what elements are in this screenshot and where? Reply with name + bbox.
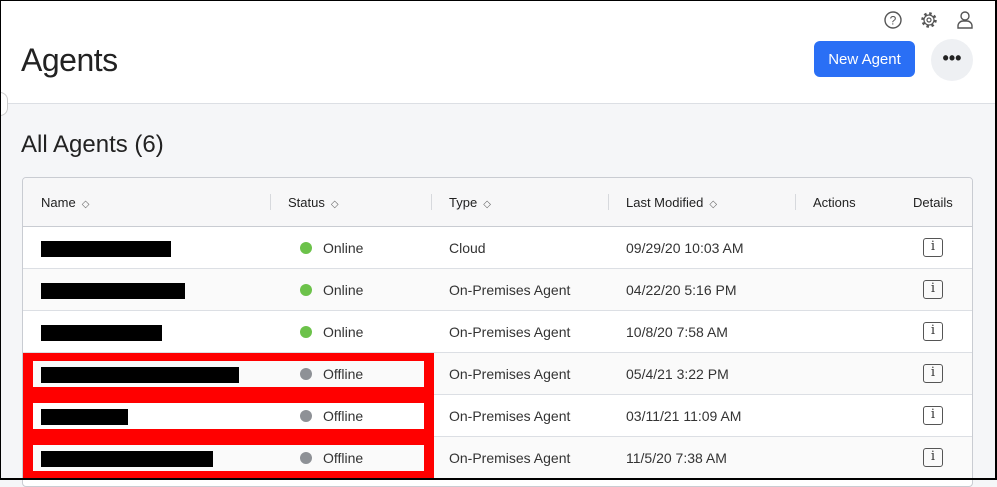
sort-icon: ◇ (330, 199, 339, 210)
status-text: Offline (323, 408, 364, 424)
column-header-name[interactable]: Name ◇ (41, 195, 89, 210)
table-row[interactable]: Offline On-Premises Agent 03/11/21 11:09 A… (23, 395, 972, 437)
type-text: On-Premises Agent (449, 450, 571, 466)
last-modified-text: 05/4/21 3:22 PM (626, 366, 729, 382)
column-header-actions: Actions (813, 195, 856, 210)
details-info-icon[interactable]: i (923, 280, 943, 299)
last-modified-text: 09/29/20 10:03 AM (626, 240, 744, 256)
user-profile-icon[interactable] (955, 10, 975, 30)
status-text: Offline (323, 450, 364, 466)
page-title: Agents (21, 42, 118, 78)
last-modified-text: 03/11/21 11:09 AM (626, 408, 742, 424)
section-title: All Agents (6) (21, 131, 164, 158)
column-divider (270, 194, 271, 210)
details-info-icon[interactable]: i (923, 406, 943, 425)
redacted-agent-name (41, 241, 171, 257)
sort-icon: ◇ (709, 199, 718, 210)
status-dot-icon (300, 368, 312, 380)
details-info-icon[interactable]: i (923, 448, 943, 467)
column-header-type[interactable]: Type ◇ (449, 195, 491, 210)
table-row[interactable]: Online Cloud 09/29/20 10:03 AM i (23, 227, 972, 269)
details-info-icon[interactable]: i (923, 364, 943, 383)
status-dot-icon (300, 452, 312, 464)
column-header-details: Details (913, 195, 953, 210)
table-row[interactable]: Offline On-Premises Agent 11/5/20 7:38 AM i (23, 437, 972, 479)
last-modified-text: 10/8/20 7:58 AM (626, 324, 728, 340)
column-header-last-modified[interactable]: Last Modified ◇ (626, 195, 717, 210)
column-divider (795, 194, 796, 210)
sidebar-collapse-handle[interactable] (0, 92, 8, 116)
status-text: Offline (323, 366, 364, 382)
status-dot-icon (300, 242, 312, 254)
last-modified-text: 04/22/20 5:16 PM (626, 282, 737, 298)
details-info-icon[interactable]: i (923, 238, 943, 257)
column-label: Name (41, 195, 76, 210)
redacted-agent-name (41, 367, 239, 383)
settings-gear-icon[interactable] (919, 10, 939, 30)
agents-table: Name ◇ Status ◇ Type ◇ Last Modified ◇ Actio… (22, 177, 973, 487)
status-text: Online (323, 324, 364, 340)
table-row[interactable]: Online On-Premises Agent 04/22/20 5:16 PM i (23, 269, 972, 311)
redacted-agent-name (41, 451, 213, 467)
table-header: Name ◇ Status ◇ Type ◇ Last Modified ◇ Actio… (23, 178, 972, 227)
last-modified-text: 11/5/20 7:38 AM (626, 450, 727, 466)
sort-icon: ◇ (81, 199, 90, 210)
type-text: Cloud (449, 240, 486, 256)
new-agent-button[interactable]: New Agent (814, 41, 915, 77)
table-row[interactable]: Offline On-Premises Agent 05/4/21 3:22 PM i (23, 353, 972, 395)
type-text: On-Premises Agent (449, 408, 571, 424)
status-text: Online (323, 282, 364, 298)
column-header-status[interactable]: Status ◇ (288, 195, 339, 210)
page-header: ? Agents New Agent ••• (0, 0, 997, 104)
column-divider (608, 194, 609, 210)
sort-icon: ◇ (483, 199, 491, 210)
status-text: Online (323, 240, 364, 256)
type-text: On-Premises Agent (449, 324, 571, 340)
table-row[interactable]: Online On-Premises Agent 10/8/20 7:58 AM i (23, 311, 972, 353)
redacted-agent-name (41, 283, 185, 299)
table-body: Online Cloud 09/29/20 10:03 AM i Online On-Pr… (23, 227, 972, 479)
column-label: Type (449, 195, 478, 210)
more-options-button[interactable]: ••• (931, 39, 973, 81)
column-label: Last Modified (626, 195, 704, 210)
status-dot-icon (300, 326, 312, 338)
type-text: On-Premises Agent (449, 282, 571, 298)
status-dot-icon (300, 284, 312, 296)
redacted-agent-name (41, 409, 128, 425)
column-label: Status (288, 195, 325, 210)
details-info-icon[interactable]: i (923, 322, 943, 341)
help-icon[interactable]: ? (883, 10, 903, 30)
column-divider (431, 194, 432, 210)
status-dot-icon (300, 410, 312, 422)
svg-text:?: ? (890, 14, 897, 28)
type-text: On-Premises Agent (449, 366, 571, 382)
redacted-agent-name (41, 325, 162, 341)
